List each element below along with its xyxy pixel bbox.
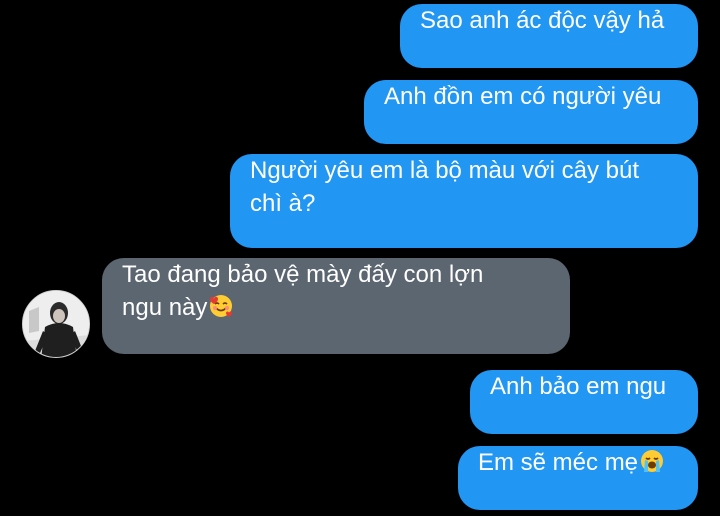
message-text-line: Người yêu em là bộ màu với cây bút bbox=[250, 157, 640, 184]
message-text: Em sẽ méc mẹ bbox=[478, 449, 639, 476]
loudly-crying-face-icon bbox=[641, 450, 664, 472]
message-text: Sao anh ác độc vậy hả bbox=[420, 7, 665, 34]
contact-avatar[interactable] bbox=[22, 290, 90, 358]
message-text-line: Tao đang bảo vệ mày đấy con lợn bbox=[122, 261, 484, 288]
user-avatar-photo-icon bbox=[23, 291, 89, 357]
message-text: Anh bảo em ngu bbox=[490, 373, 667, 400]
message-bubble-sent[interactable]: Em sẽ méc mẹ bbox=[458, 446, 698, 510]
message-text-line: chì à? bbox=[250, 190, 316, 217]
message-text-line: ngu này bbox=[122, 294, 208, 321]
smiling-face-with-hearts-icon bbox=[210, 295, 233, 317]
message-bubble-received[interactable]: Tao đang bảo vệ mày đấy con lợn ngu này bbox=[102, 258, 570, 354]
message-bubble-sent[interactable]: Anh đồn em có người yêu bbox=[364, 80, 698, 144]
message-bubble-sent[interactable]: Người yêu em là bộ màu với cây bút chì à… bbox=[230, 154, 698, 248]
message-bubble-sent[interactable]: Anh bảo em ngu bbox=[470, 370, 698, 434]
message-text: Anh đồn em có người yêu bbox=[384, 83, 662, 110]
message-bubble-sent[interactable]: Sao anh ác độc vậy hả bbox=[400, 4, 698, 68]
